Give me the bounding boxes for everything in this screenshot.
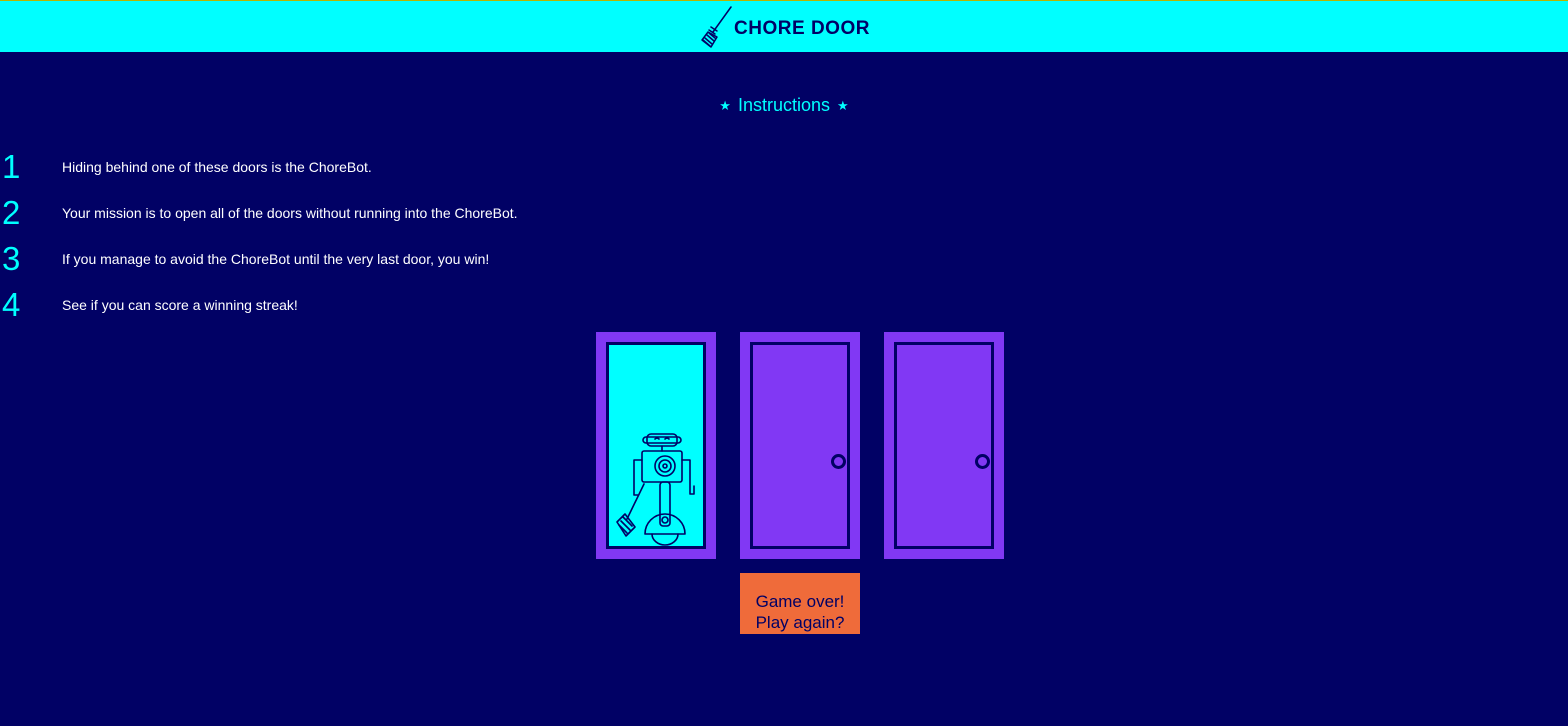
door-knob <box>975 454 990 469</box>
instructions-title: Instructions <box>737 95 831 115</box>
step-number: 2 <box>2 194 21 231</box>
star-icon: ★ <box>719 98 731 113</box>
header: CHORE DOOR <box>0 1 1568 52</box>
app-title: CHORE DOOR <box>734 17 870 39</box>
step-number: 3 <box>2 240 21 277</box>
door-panel <box>606 342 706 549</box>
broom-icon <box>701 5 732 48</box>
step-text: If you manage to avoid the ChoreBot unti… <box>62 251 490 267</box>
step-number: 1 <box>2 148 21 185</box>
step-text: Hiding behind one of these doors is the … <box>62 159 372 175</box>
step-text: Your mission is to open all of the doors… <box>62 205 518 221</box>
door-panel <box>894 342 994 549</box>
play-again-button[interactable]: Game over! Play again? <box>740 573 860 634</box>
step-number: 4 <box>2 286 21 323</box>
door-knob <box>831 454 846 469</box>
robot-icon <box>616 433 695 546</box>
step-text: See if you can score a winning streak! <box>62 297 298 313</box>
play-button-line1: Game over! <box>755 592 845 611</box>
door-2[interactable] <box>740 332 860 559</box>
door-1[interactable] <box>596 332 716 559</box>
door-panel <box>750 342 850 549</box>
star-icon: ★ <box>837 98 849 113</box>
instructions-heading: ★ Instructions ★ <box>0 93 1568 117</box>
play-button-line2: Play again? <box>755 613 845 632</box>
door-3[interactable] <box>884 332 1004 559</box>
